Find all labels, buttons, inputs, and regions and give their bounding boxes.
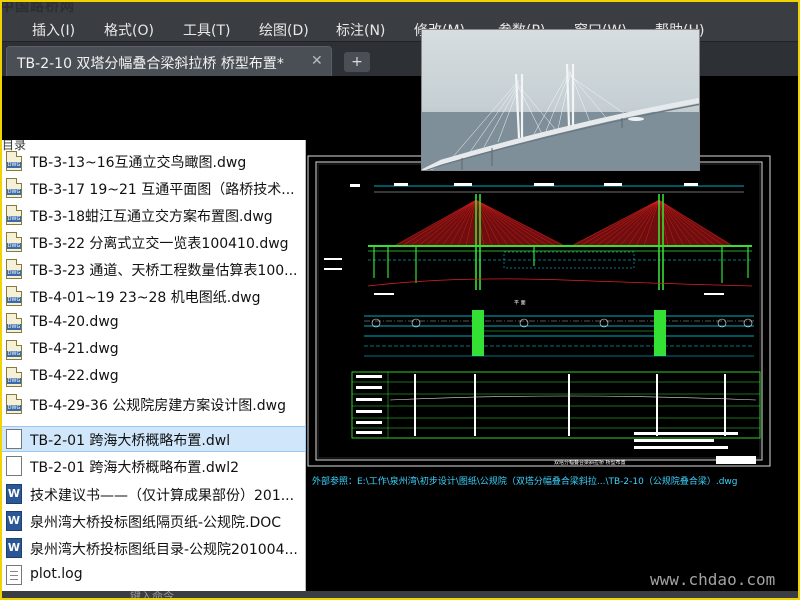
list-item[interactable]: plot.log: [0, 562, 306, 588]
logo-text: 中国路桥网: [0, 0, 75, 15]
sheet-title: 双塔分幅叠合梁斜拉桥 桥型布置: [554, 459, 626, 466]
command-line-bar[interactable]: 键入命令: [0, 588, 800, 600]
list-item[interactable]: W 泉州湾大桥投标图纸目录-公规院201004...: [0, 535, 306, 561]
dwg-file-icon: DWG: [6, 205, 22, 225]
list-item[interactable]: DWG TB-4-20.dwg: [0, 310, 306, 336]
cad-application-window: 中国路桥网 插入(I) 格式(O) 工具(T) 绘图(D) 标注(N) 修改(M…: [0, 0, 800, 600]
list-item[interactable]: DWG TB-3-17 19~21 互通平面图（路桥技术...: [0, 175, 306, 201]
site-watermark: www.chdao.com: [650, 570, 776, 589]
document-tab-label: TB-2-10 双塔分幅叠合梁斜拉桥 桥型布置*: [17, 56, 284, 72]
bridge-photo: [421, 29, 700, 171]
dwl-file-icon: [6, 429, 22, 449]
menu-draw[interactable]: 绘图(D): [259, 20, 309, 40]
list-item[interactable]: DWG TB-3-22 分离式立交一览表100410.dwg: [0, 229, 306, 255]
menu-format[interactable]: 格式(O): [104, 20, 154, 40]
list-item[interactable]: DWG TB-4-01~19 23~28 机电图纸.dwg: [0, 283, 306, 309]
file-list-panel: 目录 DWG TB-3-13~16互通立交鸟瞰图.dwg DWG TB-3-17…: [0, 140, 306, 592]
word-doc-icon: W: [6, 484, 22, 504]
dwl-file-icon: [6, 456, 22, 476]
dwg-file-icon: DWG: [6, 394, 22, 414]
drawing-viewport[interactable]: 平 面 双塔分幅叠合梁斜拉桥 桥型布置: [304, 148, 800, 580]
list-item[interactable]: TB-2-01 跨海大桥概略布置.dwl2: [0, 453, 306, 479]
dwg-file-icon: DWG: [6, 232, 22, 252]
bridge-layout-drawing: 平 面 双塔分幅叠合梁斜拉桥 桥型布置: [307, 155, 771, 467]
external-reference-path: 外部参照：E:\工作\泉州湾\初步设计\图纸\公规院（双塔分幅叠合梁斜拉...\…: [312, 477, 738, 487]
list-item[interactable]: DWG TB-4-21.dwg: [0, 337, 306, 363]
menu-tools[interactable]: 工具(T): [183, 20, 230, 40]
text-file-icon: [6, 565, 22, 585]
dwg-file-icon: DWG: [6, 151, 22, 171]
list-item[interactable]: DWG TB-3-18蚶江互通立交方案布置图.dwg: [0, 202, 306, 228]
command-input[interactable]: 键入命令: [130, 588, 174, 600]
list-item[interactable]: DWG TB-4-29-36 公规院房建方案设计图.dwg: [0, 391, 306, 417]
svg-text:平 面: 平 面: [514, 300, 526, 306]
dwg-file-icon: DWG: [6, 340, 22, 360]
dwg-file-icon: DWG: [6, 313, 22, 333]
list-item[interactable]: DWG TB-3-13~16互通立交鸟瞰图.dwg: [0, 148, 306, 174]
word-doc-icon: W: [6, 511, 22, 531]
dwg-file-icon: DWG: [6, 259, 22, 279]
dwg-file-icon: DWG: [6, 178, 22, 198]
list-item[interactable]: DWG TB-4-22.dwg: [0, 364, 306, 390]
dwg-file-icon: DWG: [6, 367, 22, 387]
document-tab[interactable]: TB-2-10 双塔分幅叠合梁斜拉桥 桥型布置* ✕: [6, 46, 332, 76]
list-item-selected[interactable]: TB-2-01 跨海大桥概略布置.dwl: [0, 426, 306, 452]
dwg-file-icon: DWG: [6, 286, 22, 306]
new-tab-button[interactable]: +: [344, 52, 370, 72]
menu-insert[interactable]: 插入(I): [32, 20, 75, 40]
cable-stayed-bridge-image: [422, 30, 699, 170]
close-icon[interactable]: ✕: [311, 53, 323, 69]
list-item[interactable]: DWG TB-3-23 通道、天桥工程数量估算表100...: [0, 256, 306, 282]
menu-dimension[interactable]: 标注(N): [336, 20, 385, 40]
list-item[interactable]: W 技术建议书——（仅计算成果部份）201...: [0, 481, 306, 507]
word-doc-icon: W: [6, 538, 22, 558]
list-item[interactable]: W 泉州湾大桥投标图纸隔页纸-公规院.DOC: [0, 508, 306, 534]
